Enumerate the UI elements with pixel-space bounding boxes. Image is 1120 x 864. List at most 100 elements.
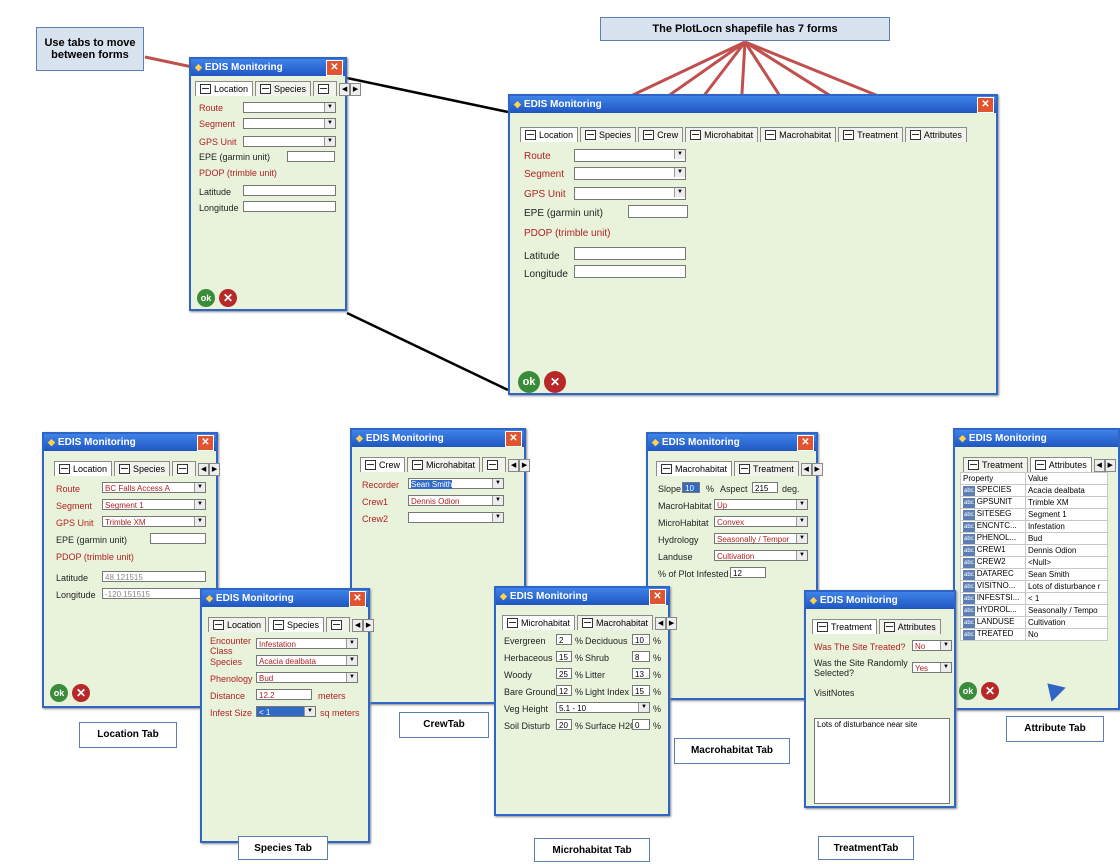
table-row[interactable]: abc HYDROL... Seasonally / Tempo (960, 604, 1109, 617)
tab-treatment[interactable]: Treatment (812, 619, 877, 634)
property-cell[interactable]: abc ENCNTC... (960, 520, 1026, 533)
species-combo[interactable]: Acacia dealbata ▼ (256, 655, 358, 666)
value-cell[interactable]: Infestation (1024, 520, 1109, 533)
route-combo[interactable]: BC Falls Access A ▼ (102, 482, 206, 493)
segment-combo[interactable]: ▼ (243, 118, 336, 129)
crew2-combo[interactable]: ▼ (408, 512, 504, 523)
tab-attributes[interactable]: Attributes (1029, 457, 1092, 472)
property-cell[interactable]: abc CREW1 (960, 544, 1026, 557)
value-cell[interactable]: Dennis Odion (1024, 544, 1109, 557)
tab-macrohabitat[interactable]: Macrohabitat (577, 615, 654, 630)
tab-scroll-left-icon[interactable]: ◀ (800, 463, 812, 476)
close-icon[interactable]: ✕ (649, 589, 666, 605)
ok-button[interactable]: ok (518, 371, 540, 393)
tab-treatment[interactable]: Treatment (963, 457, 1028, 472)
epe-field[interactable] (628, 205, 688, 218)
latitude-field[interactable]: 48.121515 (102, 571, 206, 582)
property-cell[interactable]: abc SPECIES (960, 484, 1026, 497)
tab-scroll-right-icon[interactable]: ▶ (363, 619, 375, 632)
property-cell[interactable]: abc INFESTSI... (960, 592, 1026, 605)
value-cell[interactable]: Sean Smith (1024, 568, 1109, 581)
table-row[interactable]: abc ENCNTC... Infestation (960, 520, 1109, 533)
tab-microhabitat[interactable]: Microhabitat (502, 615, 576, 630)
value-cell[interactable]: Segment 1 (1024, 508, 1109, 521)
bare-ground-field[interactable]: 12 (556, 685, 572, 696)
property-cell[interactable]: abc TREATED (960, 628, 1026, 641)
tab-species[interactable]: Species (255, 81, 312, 96)
close-icon[interactable]: ✕ (797, 435, 814, 451)
tab-treatment[interactable]: Treatment (838, 127, 903, 142)
table-row[interactable]: abc LANDUSE Cultivation (960, 616, 1109, 629)
crew1-combo[interactable]: Dennis Odion ▼ (408, 495, 504, 506)
gps-combo[interactable]: ▼ (574, 187, 686, 200)
treated-combo[interactable]: No ▼ (912, 640, 952, 651)
tab-scroll-right-icon[interactable]: ▶ (1104, 459, 1116, 472)
gps-combo[interactable]: ▼ (243, 136, 336, 147)
value-cell[interactable]: Cultivation (1024, 616, 1109, 629)
woody-field[interactable]: 25 (556, 668, 572, 679)
infest-size-combo[interactable]: < 1 ▼ (256, 706, 316, 717)
herbaceous-field[interactable]: 15 (556, 651, 572, 662)
table-row[interactable]: abc GPSUNIT Trimble XM (960, 496, 1109, 509)
tab-scroll-left-icon[interactable]: ◀ (1093, 459, 1105, 472)
tab-crew[interactable]: Crew (638, 127, 684, 142)
ok-button[interactable]: ok (50, 684, 68, 702)
ok-button[interactable]: ok (959, 682, 977, 700)
microhabitat-combo[interactable]: Convex ▼ (714, 516, 808, 527)
table-row[interactable]: abc CREW1 Dennis Odion (960, 544, 1109, 557)
table-row[interactable]: abc INFESTSI... < 1 (960, 592, 1109, 605)
shrub-field[interactable]: 8 (632, 651, 650, 662)
property-cell[interactable]: abc DATAREC (960, 568, 1026, 581)
tab-scroll-right-icon[interactable]: ▶ (519, 459, 531, 472)
phenology-combo[interactable]: Bud ▼ (256, 672, 358, 683)
value-cell[interactable]: Seasonally / Tempo (1024, 604, 1109, 617)
close-icon[interactable]: ✕ (349, 591, 366, 607)
latitude-field[interactable] (243, 185, 336, 196)
cancel-button[interactable]: ✕ (219, 289, 237, 307)
distance-field[interactable]: 12.2 (256, 689, 312, 700)
tab-more[interactable] (326, 617, 351, 632)
property-cell[interactable]: abc PHENOL... (960, 532, 1026, 545)
property-cell[interactable]: abc VISITNO... (960, 580, 1026, 593)
ok-button[interactable]: ok (197, 289, 215, 307)
surface-h2o-field[interactable]: 0 (632, 719, 650, 730)
longitude-field[interactable] (574, 265, 686, 278)
tab-location[interactable]: Location (520, 127, 579, 142)
tab-scroll-left-icon[interactable]: ◀ (352, 619, 364, 632)
aspect-field[interactable]: 215 (752, 482, 778, 493)
tab-location[interactable]: Location (54, 461, 113, 476)
cancel-button[interactable]: ✕ (72, 684, 90, 702)
tab-scroll-right-icon[interactable]: ▶ (209, 463, 221, 476)
tab-macrohabitat[interactable]: Macrohabitat (656, 461, 733, 476)
tab-scroll-right-icon[interactable]: ▶ (666, 617, 678, 630)
tab-scroll-right-icon[interactable]: ▶ (350, 83, 362, 96)
tab-microhabitat[interactable]: Microhabitat (685, 127, 759, 142)
tab-species[interactable]: Species (580, 127, 637, 142)
attribute-table[interactable]: Property Value abc SPECIES Acacia dealbata a… (960, 472, 1109, 641)
value-cell[interactable]: Bud (1024, 532, 1109, 545)
random-combo[interactable]: Yes ▼ (912, 662, 952, 673)
tab-location[interactable]: Location (195, 81, 254, 96)
visit-notes-field[interactable]: Lots of disturbance near site (814, 718, 950, 804)
route-combo[interactable]: ▼ (574, 149, 686, 162)
slope-field[interactable]: 10 (682, 482, 700, 493)
property-cell[interactable]: abc GPSUNIT (960, 496, 1026, 509)
deciduous-field[interactable]: 10 (632, 634, 650, 645)
cancel-button[interactable]: ✕ (981, 682, 999, 700)
tab-microhabitat[interactable]: Microhabitat (407, 457, 481, 472)
value-cell[interactable]: Lots of disturbance r (1024, 580, 1109, 593)
table-row[interactable]: abc TREATED No (960, 628, 1109, 641)
tab-scroll-left-icon[interactable]: ◀ (198, 463, 210, 476)
latitude-field[interactable] (574, 247, 686, 260)
table-row[interactable]: abc SPECIES Acacia dealbata (960, 484, 1109, 497)
column-header-property[interactable]: Property (960, 472, 1026, 485)
tab-species[interactable]: Species (268, 617, 325, 632)
table-row[interactable]: abc CREW2 <Null> (960, 556, 1109, 569)
tab-scroll-left-icon[interactable]: ◀ (339, 83, 351, 96)
macrohabitat-combo[interactable]: Up ▼ (714, 499, 808, 510)
segment-combo[interactable]: Segment 1 ▼ (102, 499, 206, 510)
property-cell[interactable]: abc LANDUSE (960, 616, 1026, 629)
column-header-value[interactable]: Value (1024, 472, 1109, 485)
table-row[interactable]: abc SITESEG Segment 1 (960, 508, 1109, 521)
longitude-field[interactable]: -120.151515 (102, 588, 206, 599)
